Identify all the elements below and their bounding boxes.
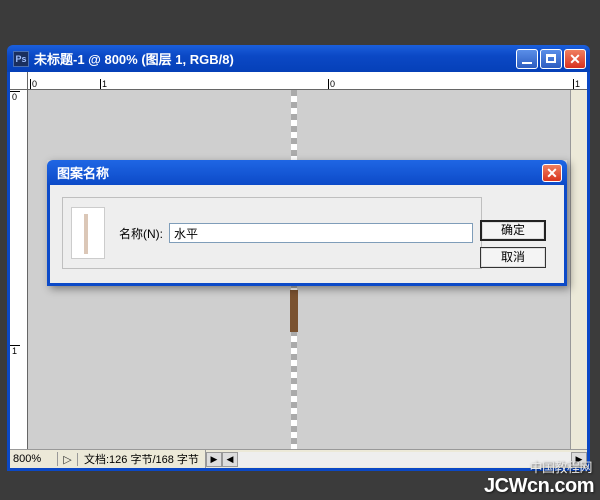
ruler-vtick-label: 1 bbox=[12, 346, 17, 356]
pattern-name-dialog: 图案名称 ✕ 名称(N): 确定 取消 bbox=[47, 160, 567, 286]
app-icon: Ps bbox=[13, 51, 29, 67]
zoom-field[interactable]: 800% bbox=[10, 452, 58, 466]
minimize-button[interactable] bbox=[516, 49, 538, 69]
titlebar: Ps 未标题-1 @ 800% (图层 1, RGB/8) ✕ bbox=[7, 45, 590, 72]
maximize-button[interactable] bbox=[540, 49, 562, 69]
play-icon[interactable]: ▷ bbox=[58, 453, 78, 466]
ruler-tick-label: 1 bbox=[102, 79, 107, 89]
ruler-tick-label: 0 bbox=[330, 79, 335, 89]
canvas-object bbox=[290, 290, 298, 332]
watermark-en: JCWcn.com bbox=[484, 475, 594, 497]
ruler-horizontal: 0 1 0 1 bbox=[10, 72, 587, 90]
window-title: 未标题-1 @ 800% (图层 1, RGB/8) bbox=[34, 49, 516, 68]
cancel-button[interactable]: 取消 bbox=[480, 247, 546, 268]
ruler-corner bbox=[10, 72, 28, 90]
close-icon: ✕ bbox=[546, 166, 558, 180]
ruler-vtick-label: 0 bbox=[12, 92, 17, 102]
dialog-close-button[interactable]: ✕ bbox=[542, 164, 562, 182]
ruler-tick-label: 0 bbox=[32, 79, 37, 89]
scroll-left-arrow[interactable]: ◀ bbox=[222, 452, 238, 467]
scroll-right-icon[interactable]: ▶ bbox=[206, 452, 222, 467]
statusbar: 800% ▷ 文档:126 字节/168 字节 ▶ ◀ ▶ bbox=[10, 449, 587, 468]
pattern-thumbnail bbox=[71, 207, 105, 259]
watermark-cn: 中国教程网 bbox=[529, 457, 592, 476]
name-label: 名称(N): bbox=[119, 225, 163, 242]
ruler-tick-label: 1 bbox=[575, 79, 580, 89]
ok-button[interactable]: 确定 bbox=[480, 220, 546, 241]
close-button[interactable]: ✕ bbox=[564, 49, 586, 69]
dialog-titlebar: 图案名称 ✕ bbox=[47, 160, 567, 185]
close-icon: ✕ bbox=[569, 52, 581, 66]
maximize-icon bbox=[546, 54, 556, 63]
vertical-scrollbar[interactable] bbox=[570, 90, 587, 449]
watermark: 中国教程网 JCWcn.com bbox=[484, 475, 594, 498]
horizontal-scrollbar[interactable] bbox=[238, 452, 571, 467]
ruler-vertical: 0 1 bbox=[10, 90, 28, 449]
doc-size: 文档:126 字节/168 字节 bbox=[78, 450, 206, 468]
dialog-title: 图案名称 bbox=[57, 163, 542, 182]
minimize-icon bbox=[522, 62, 532, 64]
name-input[interactable] bbox=[169, 223, 473, 243]
